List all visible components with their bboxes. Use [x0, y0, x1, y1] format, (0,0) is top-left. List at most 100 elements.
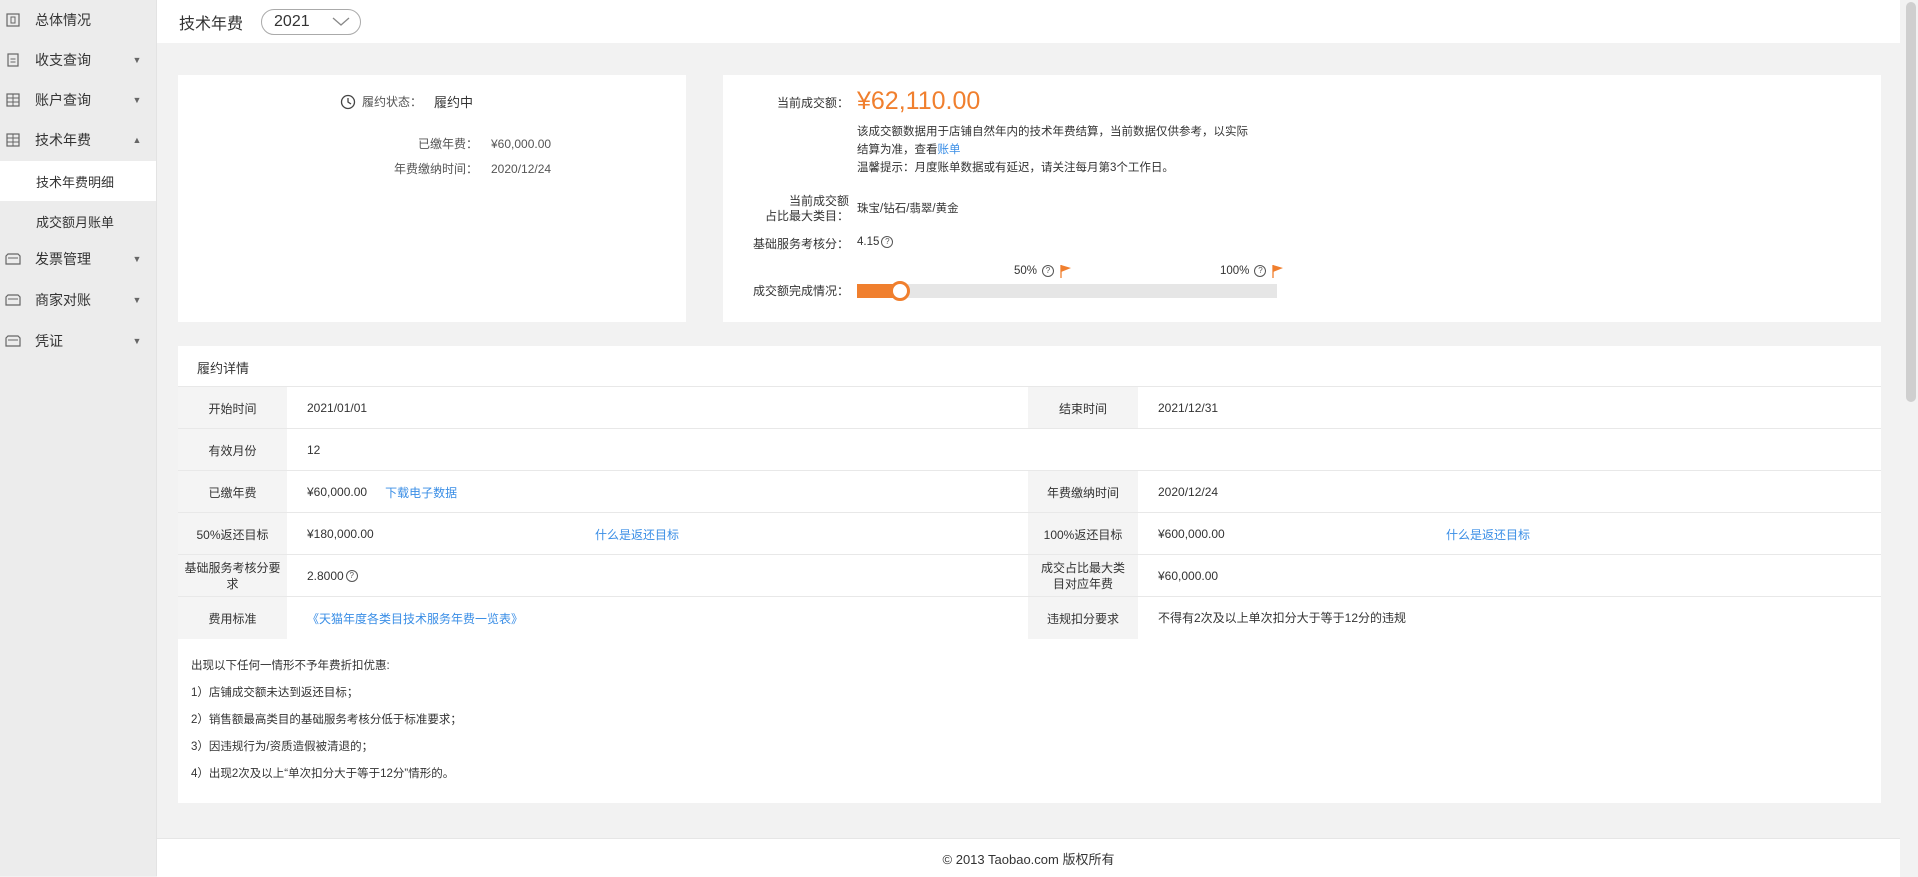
current-amount-value: ¥62,110.00 [857, 87, 981, 115]
table-header-cell: 结束时间 [1028, 387, 1138, 429]
grid-icon [5, 92, 21, 108]
paid-time-label: 年费缴纳时间： [393, 162, 478, 176]
sidebar-subitem-label: 成交额月账单 [36, 214, 115, 230]
what-is-target-link[interactable]: 什么是返还目标 [595, 526, 679, 543]
sidebar-subitem-label: 技术年费明细 [36, 174, 115, 190]
folder-icon [5, 292, 21, 308]
overview-icon [5, 12, 21, 28]
view-bill-link[interactable]: 账单 [938, 144, 961, 156]
service-score-value: 4.15 [857, 236, 880, 248]
table-row: 已缴年费 ¥60,000.00 下载电子数据 年费缴纳时间 2020/12/24 [178, 470, 1881, 513]
folder-icon [5, 251, 21, 267]
sidebar-item-income[interactable]: 收支查询 ▼ [0, 40, 156, 80]
sidebar-item-voucher[interactable]: 凭证 ▼ [0, 321, 156, 361]
sidebar-item-label: 账户查询 [35, 92, 91, 108]
caret-down-icon: ▼ [132, 295, 142, 305]
status-card: 履约状态： 履约中 已缴年费： ¥60,000.00 年费缴纳时间： 2020/… [178, 75, 686, 322]
description-line-2: 结算为准，查看账单 [857, 141, 1248, 159]
what-is-target-link[interactable]: 什么是返还目标 [1446, 526, 1530, 543]
sidebar-item-reconcile[interactable]: 商家对账 ▼ [0, 280, 156, 320]
summary-card: 当前成交额： ¥62,110.00 该成交额数据用于店铺自然年内的技术年费结算，… [723, 75, 1881, 322]
table-row: 费用标准 《天猫年度各类目技术服务年费一览表》 违规扣分要求 不得有2次及以上单… [178, 596, 1881, 639]
table-header-cell: 100%返还目标 [1028, 513, 1138, 555]
help-icon[interactable]: ? [881, 235, 894, 248]
note-line: 2）销售额最高类目的基础服务考核分低于标准要求； [191, 714, 462, 726]
footer: © 2013 Taobao.com 版权所有 [157, 838, 1900, 877]
tip-text: 温馨提示：月度账单数据或有延迟，请关注每月第3个工作日。 [857, 162, 1174, 174]
caret-down-icon: ▼ [132, 95, 142, 105]
sidebar-item-invoice[interactable]: 发票管理 ▼ [0, 239, 156, 279]
paid-fee-cell-value: ¥60,000.00 [307, 485, 368, 499]
paid-time-row: 年费缴纳时间： 2020/12/24 [365, 160, 605, 177]
copyright-text: © 2013 Taobao.com 版权所有 [942, 851, 1115, 867]
sidebar-item-label: 收支查询 [35, 52, 91, 68]
table-cell: 《天猫年度各类目技术服务年费一览表》 [287, 597, 1028, 639]
caret-down-icon: ▼ [132, 55, 142, 65]
help-icon[interactable]: ? [1254, 265, 1267, 277]
amount-description: 该成交额数据用于店铺自然年内的技术年费结算，当前数据仅供参考，以实际 结算为准，… [857, 123, 1248, 177]
sidebar-subitem-monthly-bill[interactable]: 成交额月账单 [0, 201, 156, 241]
table-cell: 2021/01/01 [307, 401, 368, 415]
clock-icon [340, 94, 356, 109]
help-icon[interactable]: ? [345, 570, 358, 582]
progress-mark-50-label: 50% [1014, 265, 1038, 277]
sidebar-item-label: 商家对账 [35, 292, 91, 308]
progress-mark-50: 50% ? [1014, 264, 1072, 278]
note-line: 4）出现2次及以上“单次扣分大于等于12分”情形的。 [191, 768, 455, 780]
table-cell: 12 [307, 443, 321, 457]
table-cell: ¥180,000.00 什么是返还目标 [287, 513, 1028, 555]
service-score: 4.15? [857, 233, 894, 251]
table-header-cell: 违规扣分要求 [1028, 597, 1138, 639]
table-cell: ¥600,000.00 什么是返还目标 [1138, 513, 1881, 555]
table-row: 50%返还目标 ¥180,000.00 什么是返还目标 100%返还目标 ¥60… [178, 512, 1881, 555]
note-line: 1）店铺成交额未达到返还目标； [191, 687, 359, 699]
sidebar-item-overview[interactable]: 总体情况 [0, 0, 156, 40]
sidebar-item-label: 总体情况 [35, 12, 91, 28]
scrollbar[interactable] [1904, 0, 1918, 876]
page-title: 技术年费 [179, 15, 244, 33]
description-line: 该成交额数据用于店铺自然年内的技术年费结算，当前数据仅供参考，以实际 [857, 126, 1248, 138]
year-select-value: 2021 [274, 12, 310, 30]
table-row: 开始时间 2021/01/01 结束时间 2021/12/31 [178, 386, 1881, 429]
help-icon[interactable]: ? [1042, 265, 1055, 277]
status-value: 履约中 [434, 95, 474, 110]
detail-title: 履约详情 [197, 361, 250, 376]
table-header-cell: 成交占比最大类目对应年费 [1028, 555, 1138, 597]
status-label: 履约状态： [362, 95, 423, 109]
target-50-value: ¥180,000.00 [307, 527, 374, 541]
note-line: 3）因违规行为/资质造假被清退的； [191, 741, 374, 753]
document-icon [5, 52, 21, 68]
table-row: 有效月份 12 [178, 428, 1881, 471]
progress-mark-100: 100% ? [1220, 264, 1284, 278]
sidebar: 总体情况 收支查询 ▼ 账户查询 ▼ 技术年费 ▲ 技术年费明细 成交额月账单 … [0, 0, 157, 876]
sidebar-subitem-tech-fee-detail[interactable]: 技术年费明细 [0, 161, 156, 201]
scrollbar-thumb[interactable] [1906, 2, 1916, 402]
table-cell: 2021/12/31 [1158, 401, 1219, 415]
sidebar-item-label: 技术年费 [35, 132, 91, 148]
table-cell: ¥60,000.00 下载电子数据 [287, 471, 1028, 513]
paid-fee-row: 已缴年费： ¥60,000.00 [365, 135, 605, 152]
fee-standard-link[interactable]: 《天猫年度各类目技术服务年费一览表》 [307, 610, 523, 627]
sidebar-item-account[interactable]: 账户查询 ▼ [0, 80, 156, 120]
note-line: 出现以下任何一情形不予年费折扣优惠: [191, 660, 390, 672]
top-category-label-line1: 当前成交额 [788, 194, 849, 208]
grid-icon [5, 132, 21, 148]
paid-fee-label: 已缴年费： [417, 137, 478, 151]
description-prefix: 结算为准，查看 [857, 144, 938, 156]
table-header-cell: 有效月份 [178, 429, 287, 471]
table-cell: 2.8000? [287, 555, 1028, 597]
download-data-link[interactable]: 下载电子数据 [385, 484, 457, 501]
top-category-label-line2: 占比最大类目： [764, 209, 849, 223]
required-score-value: 2.8000 [307, 569, 344, 583]
table-cell: ¥60,000.00 [1158, 569, 1219, 583]
status-row: 履约状态： 履约中 [340, 92, 473, 111]
chevron-down-icon [332, 17, 350, 26]
progress-track [857, 281, 1277, 301]
table-header-cell: 年费缴纳时间 [1028, 471, 1138, 513]
table-header-cell: 已缴年费 [178, 471, 287, 513]
current-amount-label: 当前成交额： [776, 96, 849, 110]
progress-knob [890, 281, 911, 301]
sidebar-item-tech-fee[interactable]: 技术年费 ▲ [0, 120, 156, 160]
year-select[interactable]: 2021 [261, 8, 362, 35]
table-cell: 2020/12/24 [1158, 485, 1219, 499]
